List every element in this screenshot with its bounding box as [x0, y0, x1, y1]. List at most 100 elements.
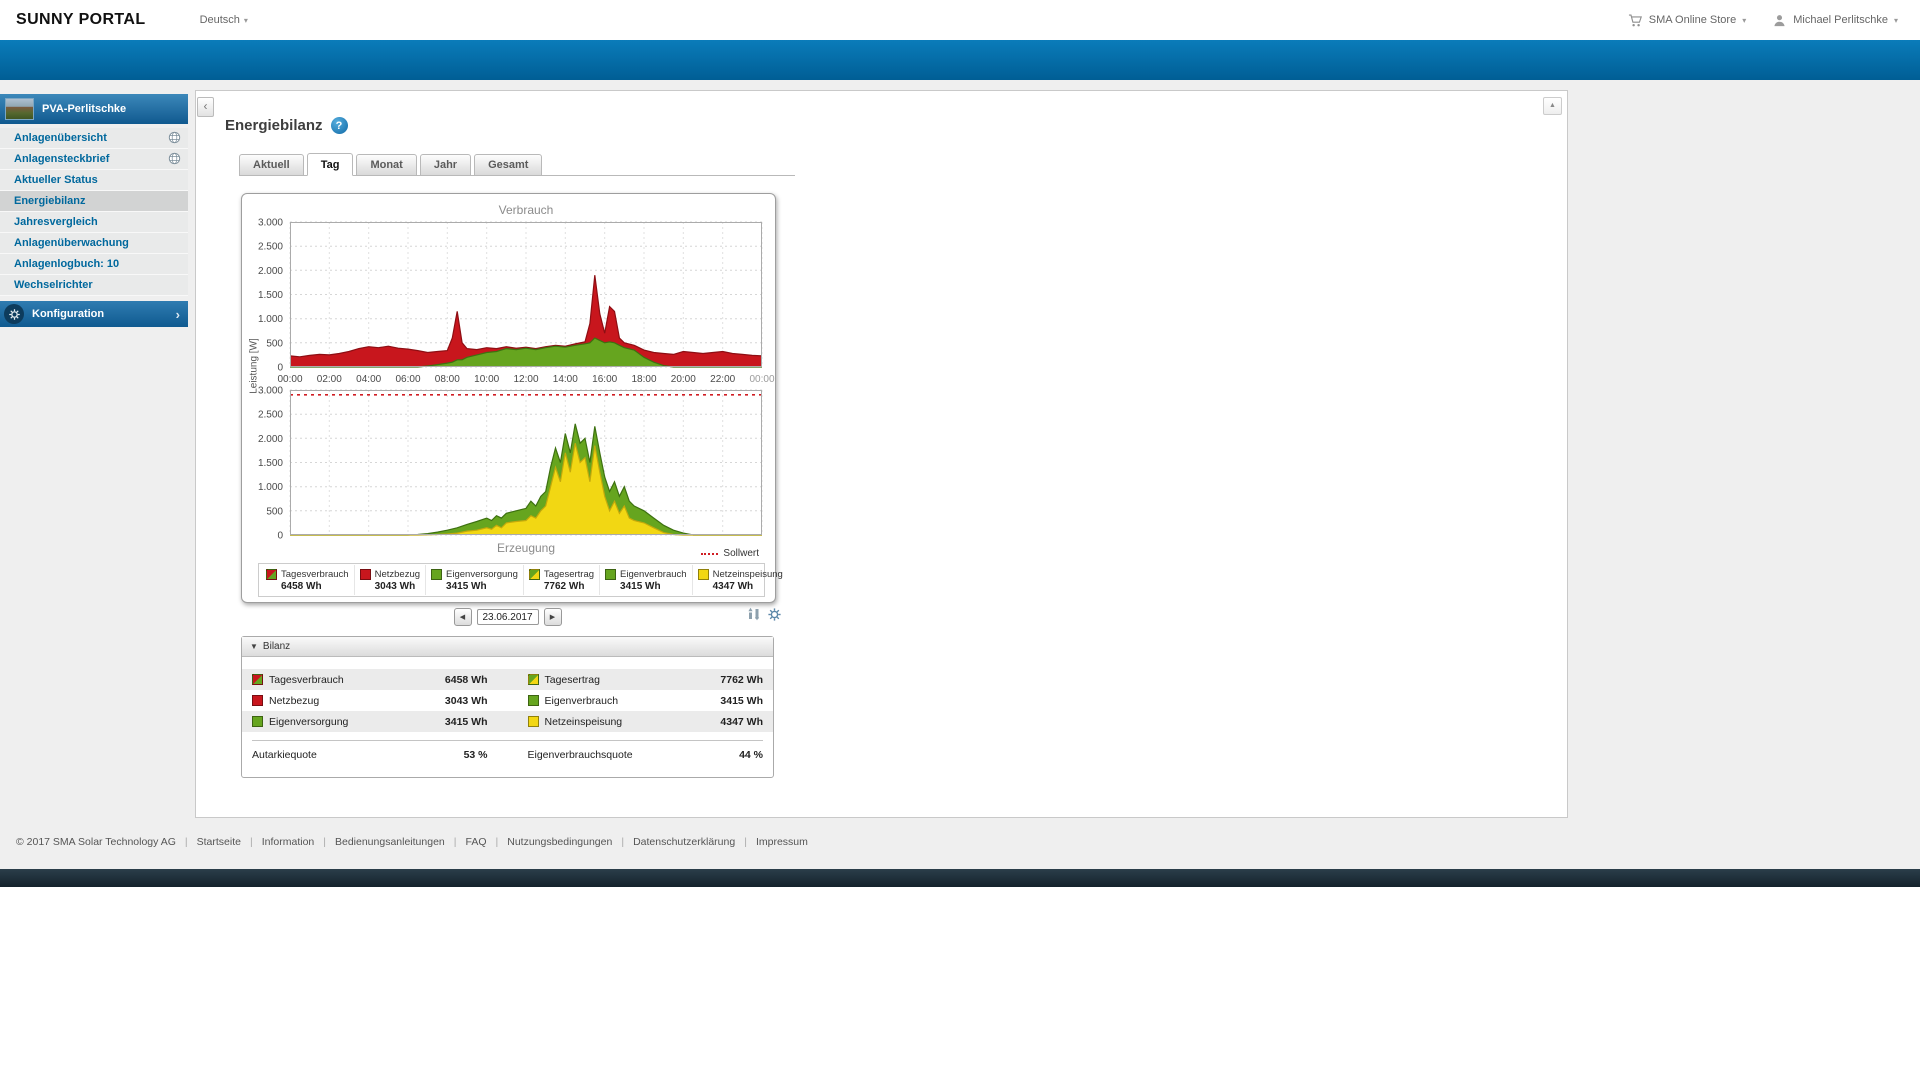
svg-text:12:00: 12:00: [513, 374, 538, 385]
tagesverbrauch-swatch: [252, 674, 263, 685]
eigenversorgung-swatch: [431, 568, 443, 580]
legend-value: 6458 Wh: [281, 580, 322, 592]
netzeinspeisung-swatch: [697, 568, 709, 580]
sidebar-item-aktueller-status[interactable]: Aktueller Status: [0, 170, 188, 191]
gear-icon: [4, 304, 24, 324]
tab-aktuell[interactable]: Aktuell: [239, 154, 304, 176]
sidebar-item-label: Energiebilanz: [14, 195, 86, 207]
date-input[interactable]: [476, 609, 539, 625]
tagesertrag-swatch: [528, 568, 540, 580]
plant-name: PVA-Perlitschke: [42, 103, 127, 115]
chevron-down-icon: ▾: [243, 15, 248, 25]
tab-tag[interactable]: Tag: [306, 153, 354, 176]
cart-icon: [1628, 13, 1643, 28]
legend-label: Tagesertrag: [543, 568, 595, 580]
legend-item-eigenverbrauch: Eigenverbrauch 3415 Wh: [599, 565, 692, 595]
bilanz-header[interactable]: ▼ Bilanz: [242, 637, 773, 657]
brand-logo: SUNNY PORTAL: [16, 11, 146, 28]
store-link[interactable]: SMA Online Store ▾: [1628, 13, 1746, 28]
tab-jahr[interactable]: Jahr: [419, 154, 472, 176]
sidebar-item-konfiguration[interactable]: Konfiguration ›: [0, 301, 188, 327]
svg-text:14:00: 14:00: [553, 374, 578, 385]
eigenverbrauch-swatch: [527, 695, 539, 706]
user-menu[interactable]: Michael Perlitschke ▾: [1772, 13, 1898, 28]
sidebar-item-anlagenlogbuch[interactable]: Anlagenlogbuch: 10: [0, 254, 188, 275]
row-label: Eigenverbrauch: [544, 694, 619, 707]
table-row: Eigenversorgung 3415 Wh Netzeinspeisung 43…: [242, 711, 773, 732]
footer-link-bedienungsanleitungen[interactable]: Bedienungsanleitungen: [335, 836, 445, 848]
footer-link-startseite[interactable]: Startseite: [197, 836, 241, 848]
globe-icon: [168, 152, 181, 165]
top-bar: SUNNY PORTAL Deutsch ▾ SMA Online Store …: [0, 0, 1920, 40]
row-label: Netzeinspeisung: [544, 715, 623, 728]
footer-link-nutzungsbedingungen[interactable]: Nutzungsbedingungen: [507, 836, 612, 848]
separator: |: [453, 836, 457, 848]
page-title: Energiebilanz ?: [225, 117, 348, 134]
svg-text:3.000: 3.000: [258, 218, 283, 229]
row-value: 3043 Wh: [444, 694, 488, 707]
sidebar-item-anlagensteckbrief[interactable]: Anlagensteckbrief: [0, 149, 188, 170]
sidebar-collapse-button[interactable]: ‹: [197, 97, 214, 117]
separator: |: [323, 836, 326, 848]
sidebar-item-jahresvergleich[interactable]: Jahresvergleich: [0, 212, 188, 233]
tab-monat[interactable]: Monat: [356, 154, 417, 176]
tab-gesamt[interactable]: Gesamt: [474, 154, 543, 176]
svg-text:10:00: 10:00: [474, 374, 499, 385]
sidebar-item-label: Aktueller Status: [14, 174, 98, 186]
sollwert-legend: Sollwert: [701, 548, 759, 559]
row-value: 4347 Wh: [720, 715, 763, 728]
footer-link-impressum[interactable]: Impressum: [756, 836, 808, 848]
eigenversorgung-swatch: [252, 716, 263, 727]
legend-value: 7762 Wh: [543, 580, 585, 592]
footer-link-information[interactable]: Information: [262, 836, 315, 848]
sidebar-item-anlagenueberwachung[interactable]: Anlagenüberwachung: [0, 233, 188, 254]
table-row-totals: Autarkiequote 53 % Eigenverbrauchsquote 44…: [242, 744, 773, 765]
chart-export-icon[interactable]: [747, 607, 762, 622]
footer-link-datenschutzerklaerung[interactable]: Datenschutzerklärung: [633, 836, 735, 848]
energy-chart-panel: Verbrauch 0 500 1.000 1.500 2.000 2.500 3.000 0…: [241, 193, 783, 603]
sidebar-plant-header[interactable]: PVA-Perlitschke: [0, 94, 188, 124]
row-label: Netzbezug: [269, 694, 320, 707]
netzbezug-swatch: [359, 568, 371, 580]
collapse-triangle-icon: ▼: [250, 642, 258, 651]
legend-label: Eigenversorgung: [446, 568, 518, 580]
row-value: 7762 Wh: [720, 673, 763, 686]
copyright-text: © 2017 SMA Solar Technology AG: [16, 836, 176, 848]
svg-text:1.500: 1.500: [258, 290, 283, 301]
svg-text:06:00: 06:00: [395, 374, 420, 385]
row-label: Tagesertrag: [544, 673, 600, 686]
svg-text:08:00: 08:00: [435, 374, 460, 385]
chart-settings-icon[interactable]: [767, 607, 782, 622]
previous-day-button[interactable]: ◀: [453, 608, 472, 626]
svg-text:2.500: 2.500: [258, 410, 283, 421]
footer-link-faq[interactable]: FAQ: [465, 836, 486, 848]
page-bottom-bar: [0, 869, 1920, 887]
divider: [252, 740, 763, 741]
language-selector[interactable]: Deutsch ▾: [200, 14, 248, 26]
svg-text:04:00: 04:00: [356, 374, 381, 385]
help-icon[interactable]: ?: [330, 117, 348, 134]
legend-label: Netzeinspeisung: [712, 568, 783, 580]
legend-label: Eigenverbrauch: [620, 568, 687, 580]
legend-item-eigenversorgung: Eigenversorgung 3415 Wh: [425, 565, 523, 595]
sollwert-label: Sollwert: [723, 548, 759, 559]
scroll-to-top-button[interactable]: ▲: [1543, 97, 1562, 115]
chart-toolbar: [747, 607, 782, 622]
sidebar-item-energiebilanz[interactable]: Energiebilanz: [0, 191, 188, 212]
sidebar-item-anlagenuebersicht[interactable]: Anlagenübersicht: [0, 128, 188, 149]
legend-value: 4347 Wh: [712, 580, 754, 592]
row-label: Autarkiequote: [252, 748, 317, 761]
svg-text:1.000: 1.000: [258, 314, 283, 325]
production-chart: 0 500 1.000 1.500 2.000 2.500 3.000: [258, 386, 763, 542]
tab-strip: Aktuell Tag Monat Jahr Gesamt: [239, 153, 795, 176]
row-label: Eigenverbrauchsquote: [527, 748, 633, 761]
svg-text:00:00: 00:00: [277, 374, 302, 385]
next-day-button[interactable]: ▶: [543, 608, 562, 626]
svg-text:1.500: 1.500: [258, 458, 283, 469]
tagesertrag-swatch: [527, 674, 539, 685]
tagesverbrauch-swatch: [266, 568, 277, 580]
sidebar-item-label: Wechselrichter: [14, 279, 93, 291]
svg-text:0: 0: [277, 531, 283, 542]
sidebar-item-wechselrichter[interactable]: Wechselrichter: [0, 275, 188, 296]
sidebar-item-label: Anlagenlogbuch: 10: [14, 258, 120, 270]
